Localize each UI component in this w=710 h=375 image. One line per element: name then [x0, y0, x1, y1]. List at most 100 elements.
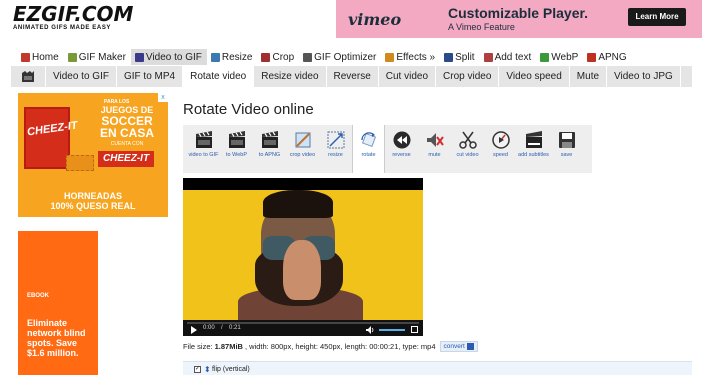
volume-icon[interactable] — [366, 326, 374, 334]
file-size-value: 1.87MiB — [214, 342, 243, 351]
ad-message: Eliminate network blind spots. Save $1.6… — [27, 318, 86, 358]
nav-item-label: APNG — [598, 51, 627, 63]
nav-item-resize[interactable]: Resize — [207, 49, 258, 65]
tool-speed[interactable]: speed — [484, 125, 517, 173]
fullscreen-icon[interactable] — [411, 326, 418, 333]
clapperboard-icon — [226, 129, 248, 151]
ad-subline: A Vimeo Feature — [448, 22, 515, 32]
nav-item-label: Split — [455, 51, 475, 63]
tool-label: rotate — [361, 152, 376, 158]
nav-item-gif-optimizer[interactable]: GIF Optimizer — [299, 49, 381, 65]
ad-tagline: HORNEADAS 100% QUESO REAL — [18, 191, 168, 211]
tool-crop-video[interactable]: crop video — [286, 125, 319, 173]
rewind-icon — [391, 129, 413, 151]
resize-icon — [325, 129, 347, 151]
rotate-options: ✓ ⬍ flip (vertical) — [183, 361, 692, 375]
effects-icon — [385, 52, 395, 62]
nav-item-label: Add text — [494, 51, 532, 63]
nav-item-label: WebP — [551, 51, 579, 63]
cheezit-ad[interactable]: CHEEZ-IT PARA LOS JUEGOS DE SOCCER EN CA… — [18, 93, 168, 217]
apng-icon — [587, 52, 597, 62]
subnav-item-cut-video[interactable]: Cut video — [379, 66, 437, 87]
gif-maker-icon — [67, 52, 77, 62]
tool-save[interactable]: save — [550, 125, 583, 173]
nav-item-label: GIF Optimizer — [314, 51, 377, 63]
nav-item-label: Video to GIF — [145, 51, 202, 63]
file-size-label: File size: — [183, 342, 213, 351]
video-player[interactable]: 0:00 / 0:21 — [183, 178, 423, 336]
nav-item-gif-maker[interactable]: GIF Maker — [64, 49, 131, 65]
flip-vertical-icon: ⬍ — [204, 365, 211, 374]
text-icon — [483, 52, 493, 62]
nav-item-webp[interactable]: WebP — [536, 49, 583, 65]
video-progress-bar[interactable] — [187, 322, 419, 324]
tool-reverse[interactable]: reverse — [385, 125, 418, 173]
home-icon — [21, 52, 30, 62]
nav-item-split[interactable]: Split — [440, 49, 479, 65]
ad-queso: 100% QUESO REAL — [50, 201, 136, 211]
subnav-item-video-speed[interactable]: Video speed — [499, 66, 570, 87]
flip-vertical-label: flip (vertical) — [212, 366, 250, 373]
play-icon[interactable] — [191, 326, 197, 334]
subnav-item-video-to-gif[interactable]: Video to GIF — [46, 66, 117, 87]
tool-label: reverse — [392, 152, 411, 158]
subnav-item-mute[interactable]: Mute — [570, 66, 608, 87]
nav-item-effects[interactable]: Effects » — [381, 49, 440, 65]
tool-video-to-gif[interactable]: video to GIF — [187, 125, 220, 173]
nav-item-apng[interactable]: APNG — [583, 49, 631, 65]
tool-mute[interactable]: mute — [418, 125, 451, 173]
page-title: Rotate Video online — [183, 101, 314, 118]
subtitles-icon — [523, 129, 545, 151]
tool-resize[interactable]: resize — [319, 125, 352, 173]
nav-item-crop[interactable]: Crop — [257, 49, 299, 65]
convert-label: convert — [443, 343, 465, 350]
crop-icon — [261, 52, 271, 62]
nav-item-video-to-gif[interactable]: Video to GIF — [130, 49, 207, 65]
top-banner-ad[interactable]: vimeo Customizable Player. A Vimeo Featu… — [336, 0, 702, 38]
tool-cut-video[interactable]: cut video — [451, 125, 484, 173]
tool-to-webp[interactable]: to WebP — [220, 125, 253, 173]
convert-download-icon — [466, 343, 474, 350]
subnav-item-gif-to-mp4[interactable]: GIF to MP4 — [117, 66, 184, 87]
nav-item-home[interactable]: Home — [17, 49, 64, 65]
ebook-ad[interactable]: EBOOK Eliminate network blind spots. Sav… — [18, 231, 98, 375]
subnav-item-resize-video[interactable]: Resize video — [254, 66, 327, 87]
film-icon — [134, 52, 144, 62]
logo-text: EZGIF.COM — [13, 2, 134, 26]
resize-icon — [210, 52, 220, 62]
optimizer-icon — [303, 52, 313, 62]
film-strip-icon[interactable] — [11, 66, 46, 87]
tool-label: to WebP — [226, 152, 247, 158]
tool-rotate[interactable]: rotate — [352, 125, 385, 173]
ad-headline: Customizable Player. — [448, 5, 589, 21]
flip-vertical-checkbox[interactable]: ✓ — [194, 366, 201, 373]
crackers-image — [66, 155, 94, 171]
tool-add-subtitles[interactable]: add subtitles — [517, 125, 550, 173]
convert-button[interactable]: convert — [439, 341, 478, 352]
file-details: , width: 800px, height: 450px, length: 0… — [244, 342, 436, 351]
video-toolbar: video to GIF to WebP to APNG crop video resi… — [183, 125, 592, 173]
webp-icon — [540, 52, 550, 62]
ad-ebook-label: EBOOK — [27, 293, 50, 299]
subnav-item-crop-video[interactable]: Crop video — [436, 66, 500, 87]
file-info: File size: 1.87MiB , width: 800px, heigh… — [183, 341, 478, 352]
subnav-item-video-to-jpg[interactable]: Video to JPG — [607, 66, 681, 87]
site-logo[interactable]: EZGIF.COM ANIMATED GIFS MADE EASY — [13, 4, 133, 31]
time-current: 0:00 — [203, 325, 215, 331]
ad-close-icon[interactable]: x — [158, 93, 168, 102]
volume-slider[interactable] — [379, 329, 405, 331]
subnav-item-rotate-video[interactable]: Rotate video — [183, 66, 255, 87]
learn-more-button[interactable]: Learn More — [628, 8, 686, 26]
tool-label: save — [560, 152, 573, 158]
subnav-item-reverse[interactable]: Reverse — [327, 66, 379, 87]
clapperboard-icon — [259, 129, 281, 151]
tool-label: cut video — [456, 152, 479, 158]
sub-nav: Video to GIF GIF to MP4 Rotate video Resize… — [11, 66, 692, 87]
main-nav: Home GIF Maker Video to GIF Resize Crop GIF O… — [17, 49, 632, 65]
clapperboard-icon — [193, 129, 215, 151]
nav-item-add-text[interactable]: Add text — [480, 49, 537, 65]
tool-label: speed — [493, 152, 508, 158]
tool-label: to APNG — [258, 152, 281, 158]
tool-to-apng[interactable]: to APNG — [253, 125, 286, 173]
tool-label: crop video — [289, 152, 316, 158]
